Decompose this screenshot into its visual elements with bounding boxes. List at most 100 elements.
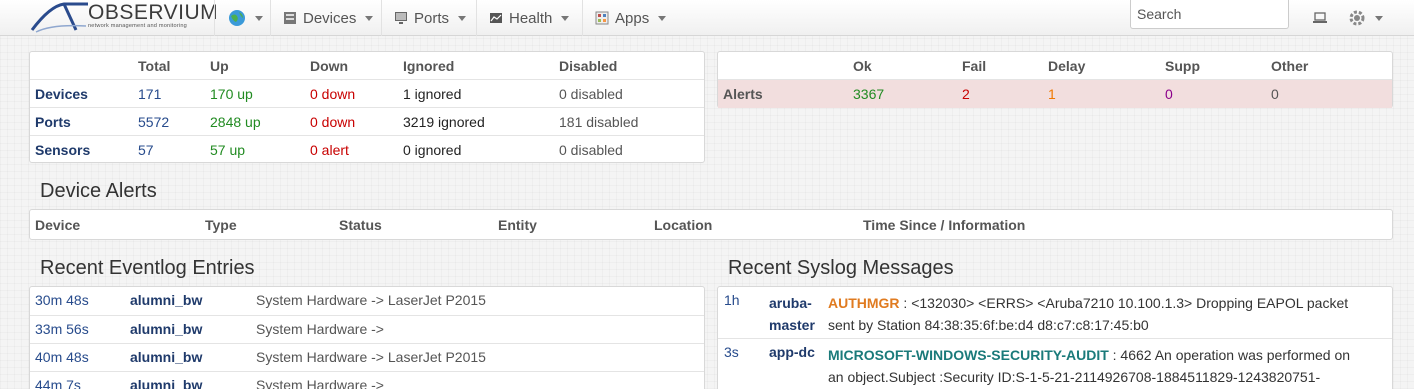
syslog-device-link[interactable]: aruba- master — [769, 292, 815, 336]
col-header-down: Down — [310, 58, 349, 74]
chevron-down-icon — [365, 15, 374, 21]
alerts-row[interactable]: Alerts 3367 2 1 0 0 — [718, 79, 1392, 108]
ports-ignored[interactable]: 3219 ignored — [403, 114, 485, 130]
ports-down[interactable]: 0 down — [310, 114, 355, 130]
table-row: Sensors 57 57 up 0 alert 0 ignored 0 dis… — [30, 135, 704, 163]
event-time: 30m 48s — [35, 292, 89, 308]
devices-up[interactable]: 170 up — [210, 86, 253, 102]
syslog-program: AUTHMGR — [828, 295, 900, 311]
event-device-link[interactable]: alumni_bw — [130, 292, 202, 308]
table-row: 1h aruba- master AUTHMGR : <132030> <ERR… — [718, 287, 1392, 338]
col-header-disabled: Disabled — [559, 58, 618, 74]
nav-globe-menu[interactable] — [216, 0, 275, 36]
alerts-summary-table: Ok Fail Delay Supp Other Alerts 3367 2 1… — [717, 51, 1393, 108]
col-header-device: Device — [35, 217, 81, 233]
row-label-ports[interactable]: Ports — [35, 114, 71, 130]
syslog-message: MICROSOFT-WINDOWS-SECURITY-AUDIT : 4662 … — [828, 344, 1350, 388]
chevron-down-icon — [658, 15, 667, 21]
device-alerts-table: Device Type Status Entity Location Time … — [29, 209, 1393, 240]
globe-icon — [229, 10, 245, 26]
syslog-text: an object.Subject :Security ID:S-1-5-21-… — [828, 369, 1321, 385]
event-message: System Hardware -> LaserJet P2015 — [256, 292, 486, 308]
syslog-table: 1h aruba- master AUTHMGR : <132030> <ERR… — [717, 286, 1393, 389]
status-summary-table: Total Up Down Ignored Disabled Devices 1… — [29, 51, 705, 163]
syslog-time: 1h — [724, 292, 740, 308]
search-input[interactable] — [1130, 0, 1289, 29]
syslog-text: : <132030> <ERRS> <Aruba7210 10.100.1.3>… — [899, 295, 1349, 311]
table-row: Devices 171 170 up 0 down 1 ignored 0 di… — [30, 79, 704, 107]
col-header-fail: Fail — [962, 58, 987, 74]
row-label-sensors[interactable]: Sensors — [35, 142, 90, 158]
sensors-disabled[interactable]: 0 disabled — [559, 142, 623, 158]
laptop-button[interactable] — [1300, 0, 1340, 36]
sensors-up[interactable]: 57 up — [210, 142, 245, 158]
grid-icon — [595, 11, 609, 25]
brand-title: OBSERVIUM — [88, 1, 219, 24]
devices-disabled[interactable]: 0 disabled — [559, 86, 623, 102]
nav-devices-label: Devices — [303, 9, 357, 27]
sensors-alert[interactable]: 0 alert — [310, 142, 349, 158]
syslog-program: MICROSOFT-WINDOWS-SECURITY-AUDIT — [828, 347, 1109, 363]
event-time: 40m 48s — [35, 349, 89, 365]
devices-total[interactable]: 171 — [138, 86, 161, 102]
col-header-ignored: Ignored — [403, 58, 455, 74]
chart-icon — [490, 13, 502, 23]
alerts-label: Alerts — [723, 86, 763, 102]
ports-up[interactable]: 2848 up — [210, 114, 261, 130]
chevron-down-icon — [255, 15, 263, 21]
settings-menu[interactable] — [1336, 0, 1395, 36]
event-device-link[interactable]: alumni_bw — [130, 321, 202, 337]
col-header-entity: Entity — [498, 217, 537, 233]
eventlog-title: Recent Eventlog Entries — [40, 257, 255, 279]
devices-ignored[interactable]: 1 ignored — [403, 86, 461, 102]
col-header-location: Location — [654, 217, 713, 233]
event-time: 44m 7s — [35, 377, 81, 389]
sensors-ignored[interactable]: 0 ignored — [403, 142, 461, 158]
nav-apps-label: Apps — [615, 9, 650, 27]
syslog-title: Recent Syslog Messages — [728, 257, 954, 279]
col-header-up: Up — [210, 58, 229, 74]
alerts-fail: 2 — [962, 86, 970, 102]
server-icon — [284, 12, 296, 24]
alerts-ok: 3367 — [853, 86, 885, 102]
event-message: System Hardware -> — [256, 321, 384, 337]
syslog-device-line: aruba- — [769, 295, 812, 311]
nav-ports-label: Ports — [414, 9, 450, 27]
alerts-supp: 0 — [1165, 86, 1173, 102]
row-label-devices[interactable]: Devices — [35, 86, 88, 102]
syslog-text: : 4662 An operation was performed on — [1108, 347, 1351, 363]
event-device-link[interactable]: alumni_bw — [130, 377, 202, 389]
alerts-delay: 1 — [1048, 86, 1056, 102]
ports-total[interactable]: 5572 — [138, 114, 169, 130]
event-device-link[interactable]: alumni_bw — [130, 349, 202, 365]
laptop-icon — [1313, 12, 1327, 23]
nav-health-menu[interactable]: Health — [477, 0, 581, 36]
alerts-other: 0 — [1271, 86, 1279, 102]
brand-logo[interactable]: OBSERVIUM network management and monitor… — [30, 0, 220, 34]
devices-down[interactable]: 0 down — [310, 86, 355, 102]
event-time: 33m 56s — [35, 321, 89, 337]
nav-devices-menu[interactable]: Devices — [271, 0, 385, 36]
monitor-icon — [395, 12, 407, 24]
chevron-down-icon — [1375, 15, 1383, 21]
table-row: 3s app-dc MICROSOFT-WINDOWS-SECURITY-AUD… — [718, 338, 1392, 389]
syslog-device-link[interactable]: app-dc — [769, 344, 815, 360]
nav-apps-menu[interactable]: Apps — [583, 0, 678, 36]
syslog-device-line: master — [769, 317, 815, 333]
table-row: Ports 5572 2848 up 0 down 3219 ignored 1… — [30, 107, 704, 135]
event-message: System Hardware -> — [256, 377, 384, 389]
syslog-time: 3s — [724, 344, 739, 360]
col-header-status: Status — [339, 217, 382, 233]
nav-ports-menu[interactable]: Ports — [382, 0, 478, 36]
col-header-supp: Supp — [1165, 58, 1200, 74]
top-navbar: OBSERVIUM network management and monitor… — [0, 0, 1414, 36]
sensors-total[interactable]: 57 — [138, 142, 154, 158]
col-header-type: Type — [205, 217, 237, 233]
observium-logo-icon — [30, 2, 88, 33]
table-row: 44m 7s alumni_bw System Hardware -> — [30, 371, 704, 389]
nav-health-label: Health — [509, 9, 553, 27]
col-header-total: Total — [138, 58, 171, 74]
col-header-delay: Delay — [1048, 58, 1086, 74]
table-row: 40m 48s alumni_bw System Hardware -> Las… — [30, 343, 704, 371]
ports-disabled[interactable]: 181 disabled — [559, 114, 638, 130]
